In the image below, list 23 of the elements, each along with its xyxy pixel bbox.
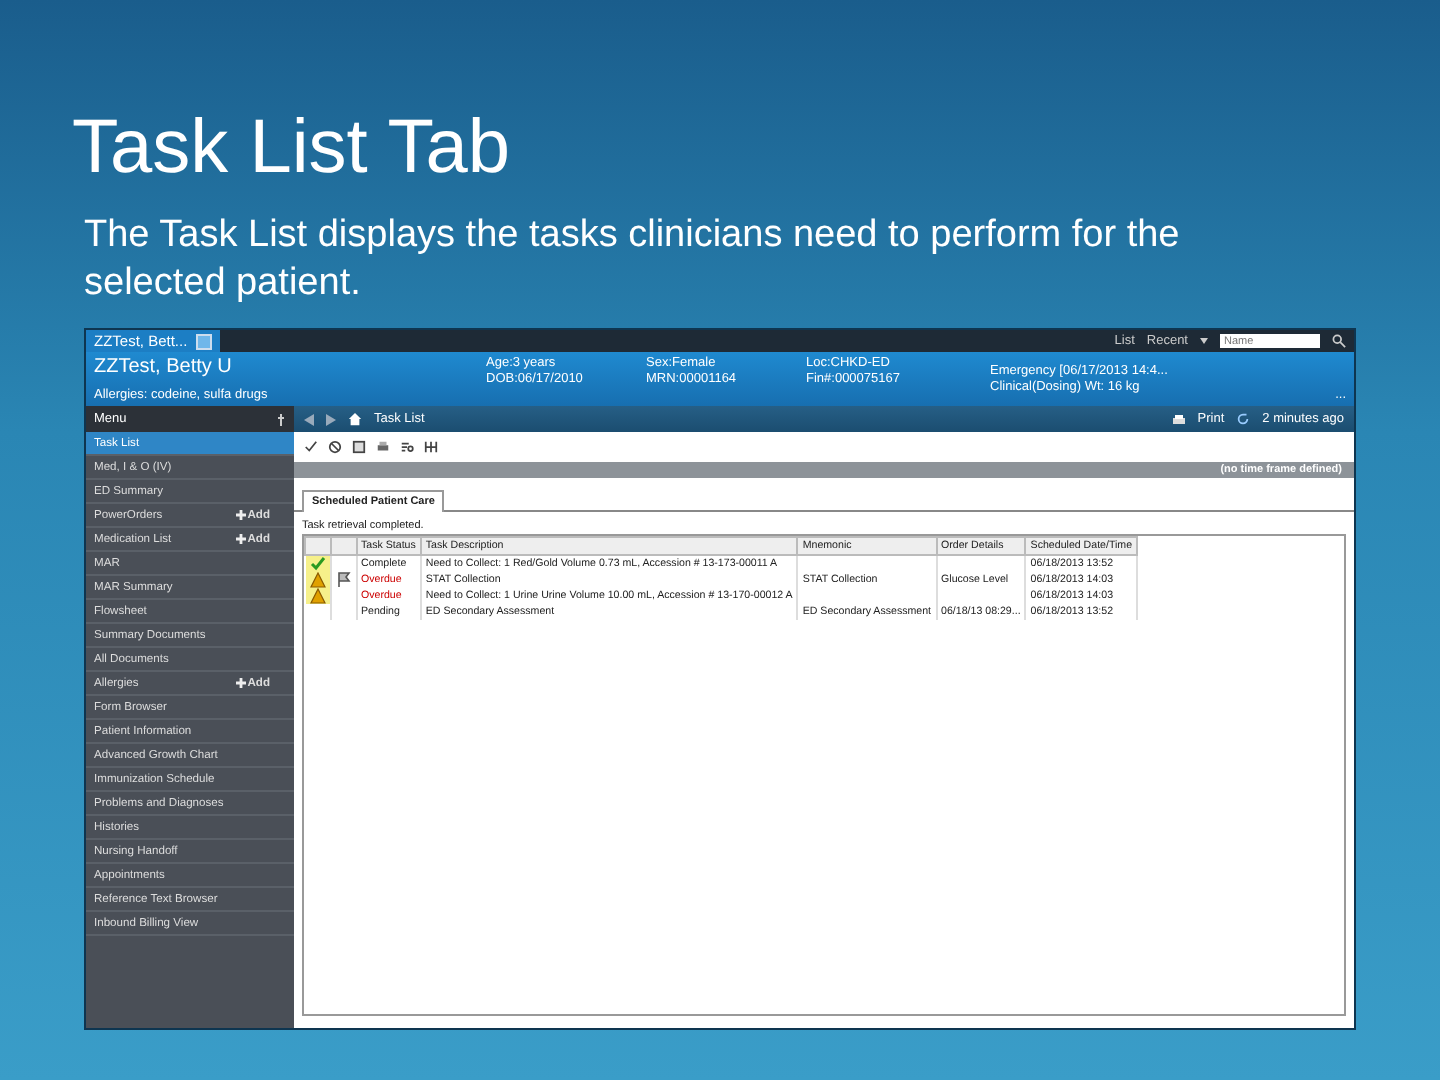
document-icon[interactable] (352, 440, 366, 454)
pin-icon[interactable] (276, 413, 286, 425)
check-icon (309, 556, 325, 572)
printer-icon[interactable] (1171, 413, 1186, 425)
check-icon[interactable] (304, 440, 318, 454)
patient-name: ZZTest, Betty U (94, 356, 234, 378)
caret-icon[interactable] (1200, 338, 1208, 344)
search-list-icon[interactable] (400, 440, 414, 454)
slide-title: Task List Tab (72, 108, 512, 188)
back-icon[interactable] (304, 413, 314, 425)
columns-icon[interactable] (424, 440, 438, 454)
slide-body-text: The Task List displays the tasks clinicians need to perform for the selected patient. (84, 212, 1182, 308)
plus-icon[interactable] (235, 534, 246, 544)
cancel-icon[interactable] (328, 440, 342, 454)
search-icon[interactable] (1332, 334, 1346, 348)
home-icon[interactable] (348, 412, 362, 426)
plus-icon[interactable] (235, 510, 246, 520)
close-icon[interactable] (195, 333, 212, 349)
printer-icon[interactable] (376, 440, 390, 454)
refresh-icon[interactable] (1236, 412, 1251, 426)
forward-icon[interactable] (326, 413, 336, 425)
plus-icon[interactable] (235, 678, 246, 688)
flag-icon (335, 572, 351, 588)
